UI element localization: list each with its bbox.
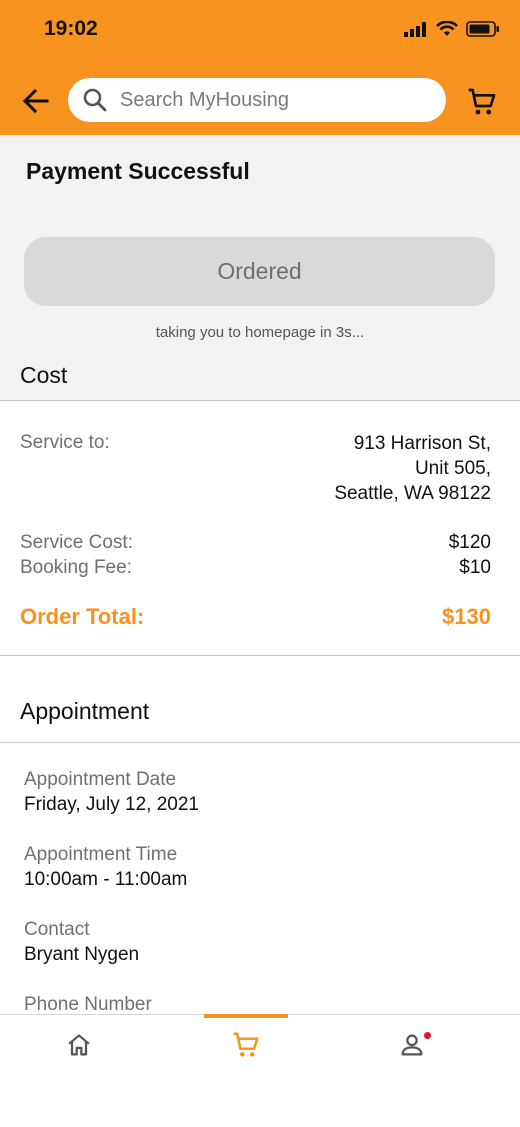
back-arrow-icon bbox=[22, 88, 49, 114]
tab-home[interactable] bbox=[37, 1015, 121, 1075]
profile-icon bbox=[401, 1034, 423, 1056]
phone-number-label: Phone Number bbox=[24, 994, 152, 1015]
redirect-message: taking you to homepage in 3s... bbox=[155, 324, 365, 341]
cart-button[interactable] bbox=[466, 86, 498, 123]
battery-icon bbox=[466, 21, 499, 37]
appointment-time-label: Appointment Time bbox=[24, 844, 178, 865]
address-line-1: 913 Harrison St, bbox=[353, 433, 491, 454]
cost-heading: Cost bbox=[20, 362, 68, 388]
address-line-3: Seattle, WA 98122 bbox=[334, 483, 491, 504]
notification-dot bbox=[424, 1032, 431, 1039]
appointment-date-label: Appointment Date bbox=[24, 769, 177, 790]
contact-value: Bryant Nygen bbox=[24, 944, 140, 965]
divider bbox=[0, 400, 520, 401]
cart-icon bbox=[468, 88, 496, 115]
service-to-label: Service to: bbox=[20, 432, 110, 453]
bottom-tab-bar bbox=[0, 1014, 520, 1127]
order-total-label: Order Total: bbox=[20, 604, 145, 629]
signal-icon bbox=[404, 21, 426, 37]
contact-label: Contact bbox=[24, 919, 90, 940]
back-button[interactable] bbox=[20, 86, 54, 116]
page-title: Payment Successful bbox=[26, 158, 250, 184]
search-input[interactable] bbox=[118, 87, 422, 113]
address-line-2: Unit 505, bbox=[414, 458, 491, 479]
home-icon bbox=[68, 1034, 90, 1056]
service-cost-value: $120 bbox=[448, 532, 491, 553]
search-bar[interactable] bbox=[68, 78, 446, 122]
tab-profile[interactable] bbox=[370, 1015, 454, 1075]
ordered-button[interactable]: Ordered bbox=[24, 237, 495, 306]
divider bbox=[0, 742, 520, 743]
appointment-time-value: 10:00am - 11:00am bbox=[24, 869, 188, 890]
booking-fee-value: $10 bbox=[459, 557, 491, 578]
tab-cart[interactable] bbox=[204, 1015, 288, 1075]
search-icon bbox=[83, 88, 107, 112]
appointment-heading: Appointment bbox=[20, 698, 150, 724]
service-cost-label: Service Cost: bbox=[20, 532, 133, 553]
cart-icon bbox=[233, 1032, 259, 1057]
order-total-value: $130 bbox=[442, 604, 491, 629]
divider bbox=[0, 655, 520, 656]
booking-fee-label: Booking Fee: bbox=[20, 557, 132, 578]
status-icons bbox=[404, 21, 500, 37]
status-time: 19:02 bbox=[44, 17, 98, 40]
service-address: 913 Harrison St, Unit 505, Seattle, WA 9… bbox=[334, 431, 491, 506]
wifi-icon bbox=[436, 21, 458, 36]
appointment-date-value: Friday, July 12, 2021 bbox=[24, 794, 199, 815]
